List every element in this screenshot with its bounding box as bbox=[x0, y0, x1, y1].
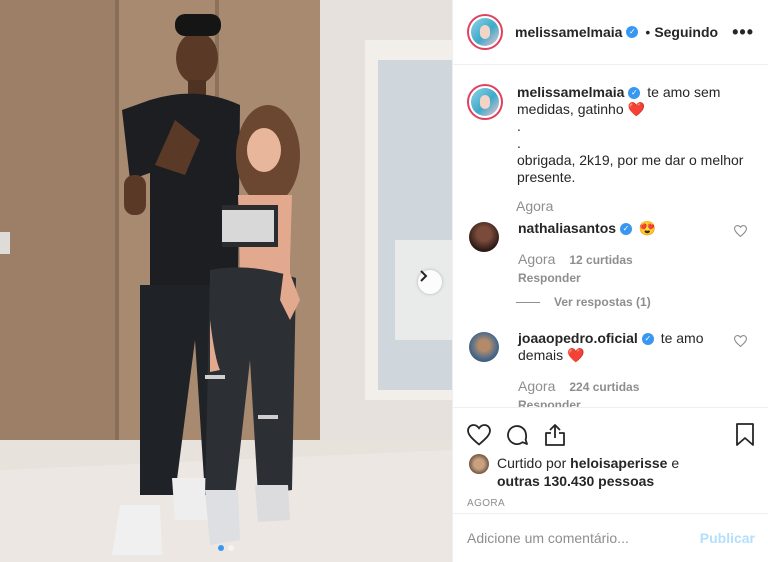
author-avatar-image bbox=[471, 18, 499, 46]
view-replies-label: Ver respostas (1) bbox=[554, 295, 651, 309]
chevron-right-icon bbox=[420, 270, 428, 282]
action-icons bbox=[453, 408, 768, 452]
caption-username[interactable]: melissamelmaia bbox=[517, 84, 624, 100]
commenter-avatar[interactable] bbox=[469, 222, 499, 252]
more-options-icon[interactable]: ••• bbox=[732, 22, 754, 43]
post-actions: Curtido por heloisaperisse e outras 130.… bbox=[453, 407, 768, 513]
liked-by-prefix: Curtido por bbox=[497, 455, 567, 471]
add-comment-bar: Publicar bbox=[453, 513, 768, 562]
caption-timestamp[interactable]: Agora bbox=[516, 198, 768, 214]
author-username[interactable]: melissamelmaia bbox=[515, 24, 622, 40]
following-button[interactable]: Seguindo bbox=[654, 24, 718, 40]
liked-by-others[interactable]: outras 130.430 pessoas bbox=[497, 473, 654, 489]
carousel-dot bbox=[228, 545, 234, 551]
like-heart-icon[interactable] bbox=[467, 424, 491, 446]
comment-item: joaaopedro.oficial ✓ te amo demais ❤️ Ago… bbox=[453, 330, 768, 407]
post-timestamp[interactable]: AGORA bbox=[453, 490, 768, 509]
header-separator: • bbox=[645, 24, 651, 40]
caption-dot-1: . bbox=[517, 118, 521, 134]
verified-badge-icon: ✓ bbox=[620, 223, 633, 236]
carousel-indicator bbox=[0, 545, 452, 551]
next-photo-button[interactable] bbox=[418, 270, 442, 294]
publish-button[interactable]: Publicar bbox=[700, 530, 755, 546]
commenter-username[interactable]: nathaliasantos bbox=[518, 220, 616, 236]
commenter-avatar[interactable] bbox=[469, 332, 499, 362]
caption-line-2: obrigada, 2k19, por me dar o melhor pres… bbox=[517, 152, 744, 185]
caption-avatar-image bbox=[471, 88, 499, 116]
carousel-dot-active bbox=[218, 545, 224, 551]
comment-timestamp[interactable]: Agora bbox=[518, 378, 555, 395]
author-avatar[interactable] bbox=[467, 14, 503, 50]
comment-emoji: ❤️ bbox=[567, 347, 585, 363]
caption-dot-2: . bbox=[517, 135, 521, 151]
post-photo[interactable] bbox=[0, 0, 452, 562]
post-header: melissamelmaia ✓ • Seguindo ••• bbox=[453, 0, 768, 65]
comment-body: joaaopedro.oficial ✓ te amo demais ❤️ Ago… bbox=[518, 330, 723, 407]
comment-meta: Agora 224 curtidas bbox=[518, 378, 723, 396]
comment-meta: Agora 12 curtidas bbox=[518, 251, 723, 269]
heart-emoji: ❤️ bbox=[627, 101, 645, 117]
comment-item: nathaliasantos ✓ 😍 Agora 12 curtidas Resp… bbox=[453, 220, 768, 287]
view-replies-button[interactable]: Ver respostas (1) bbox=[516, 295, 768, 309]
reply-button[interactable]: Responder bbox=[518, 270, 723, 287]
comment-bubble-icon[interactable] bbox=[505, 423, 529, 447]
verified-badge-icon: ✓ bbox=[628, 87, 641, 100]
share-icon[interactable] bbox=[543, 423, 567, 447]
reply-button[interactable]: Responder bbox=[518, 397, 723, 407]
comment-likes[interactable]: 224 curtidas bbox=[569, 379, 639, 396]
comment-timestamp[interactable]: Agora bbox=[518, 251, 555, 268]
liked-by-and: e bbox=[671, 455, 680, 471]
caption-author-avatar[interactable] bbox=[467, 84, 503, 120]
comments-list[interactable]: melissamelmaia ✓ te amo sem medidas, gati… bbox=[453, 66, 768, 407]
post-details-panel: melissamelmaia ✓ • Seguindo ••• melissam… bbox=[452, 0, 768, 562]
comment-likes[interactable]: 12 curtidas bbox=[569, 252, 632, 269]
bookmark-icon[interactable] bbox=[735, 423, 755, 447]
caption-text: melissamelmaia ✓ te amo sem medidas, gati… bbox=[517, 84, 747, 186]
verified-badge-icon: ✓ bbox=[626, 26, 639, 38]
heart-outline-icon[interactable] bbox=[734, 225, 747, 237]
commenter-username[interactable]: joaaopedro.oficial bbox=[518, 330, 638, 346]
liked-by-summary: Curtido por heloisaperisse e outras 130.… bbox=[453, 452, 768, 490]
liker-avatar[interactable] bbox=[469, 454, 489, 474]
add-comment-input[interactable] bbox=[467, 530, 687, 546]
post-caption: melissamelmaia ✓ te amo sem medidas, gati… bbox=[453, 66, 768, 186]
liked-by-text: Curtido por heloisaperisse e outras 130.… bbox=[497, 454, 679, 490]
heart-outline-icon[interactable] bbox=[734, 335, 747, 347]
comment-body: nathaliasantos ✓ 😍 Agora 12 curtidas Resp… bbox=[518, 220, 723, 287]
liker-username[interactable]: heloisaperisse bbox=[570, 455, 667, 471]
comment-emoji: 😍 bbox=[638, 220, 657, 236]
couple-photo-illustration bbox=[0, 0, 452, 562]
replies-line bbox=[516, 301, 540, 303]
verified-badge-icon: ✓ bbox=[641, 333, 654, 346]
